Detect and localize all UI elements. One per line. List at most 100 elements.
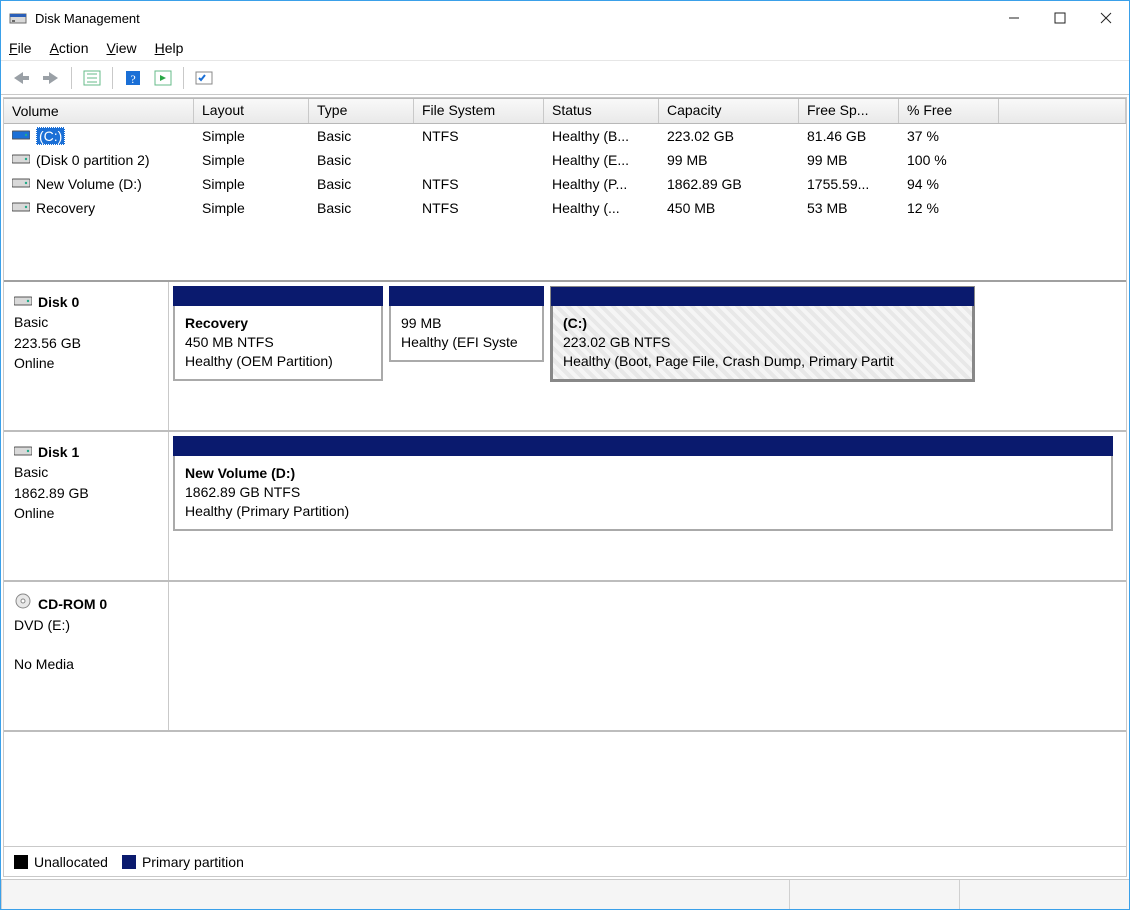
disk-label[interactable]: Disk 1 Basic 1862.89 GB Online [4, 432, 169, 580]
cell-filesystem [414, 159, 544, 161]
disk-management-window: Disk Management File Action View Help ? … [0, 0, 1130, 910]
partition-header [550, 286, 975, 306]
app-icon [9, 9, 27, 27]
partition-body: 99 MB Healthy (EFI Syste [389, 306, 544, 362]
disk-label[interactable]: CD-ROM 0 DVD (E:) No Media [4, 582, 169, 730]
cell-filesystem: NTFS [414, 199, 544, 217]
svg-text:?: ? [130, 72, 135, 86]
volume-list[interactable]: Volume Layout Type File System Status Ca… [4, 98, 1126, 282]
statusbar [1, 879, 1129, 909]
settings-button[interactable] [192, 66, 216, 90]
volume-name: New Volume (D:) [36, 176, 142, 192]
toolbar-separator [71, 67, 72, 89]
col-header-volume[interactable]: Volume [4, 99, 194, 123]
cell-layout: Simple [194, 127, 309, 145]
disk-size: 1862.89 GB [14, 483, 158, 503]
window-title: Disk Management [35, 11, 140, 26]
col-header-type[interactable]: Type [309, 99, 414, 123]
partition-status: Healthy (OEM Partition) [185, 353, 333, 369]
cell-layout: Simple [194, 199, 309, 217]
disk-pane: Disk 0 Basic 223.56 GB Online Recovery 4… [4, 282, 1126, 432]
forward-button[interactable] [39, 66, 63, 90]
disk-graphic-view: Disk 0 Basic 223.56 GB Online Recovery 4… [4, 282, 1126, 846]
menu-help[interactable]: Help [155, 40, 184, 56]
back-button[interactable] [9, 66, 33, 90]
partition-size: 223.02 GB NTFS [563, 334, 670, 350]
disk-size: 223.56 GB [14, 333, 158, 353]
close-button[interactable] [1083, 1, 1129, 35]
titlebar: Disk Management [1, 1, 1129, 35]
volume-list-header[interactable]: Volume Layout Type File System Status Ca… [4, 98, 1126, 124]
partition-body: (C:) 223.02 GB NTFS Healthy (Boot, Page … [550, 306, 975, 382]
cell-layout: Simple [194, 151, 309, 169]
partition-status: Healthy (EFI Syste [401, 334, 518, 350]
disk-label[interactable]: Disk 0 Basic 223.56 GB Online [4, 282, 169, 430]
drive-icon [12, 128, 30, 144]
volume-row[interactable]: (Disk 0 partition 2) Simple Basic Health… [4, 148, 1126, 172]
col-header-freespace[interactable]: Free Sp... [799, 99, 899, 123]
cell-type: Basic [309, 199, 414, 217]
partition-header [389, 286, 544, 306]
cell-type: Basic [309, 151, 414, 169]
col-header-status[interactable]: Status [544, 99, 659, 123]
volume-row[interactable]: Recovery Simple Basic NTFS Healthy (... … [4, 196, 1126, 220]
partition[interactable]: Recovery 450 MB NTFS Healthy (OEM Partit… [173, 286, 383, 426]
show-hide-console-tree-button[interactable] [80, 66, 104, 90]
drive-icon [14, 292, 32, 312]
partition-size: 99 MB [401, 315, 441, 331]
help-button[interactable]: ? [121, 66, 145, 90]
cell-filesystem: NTFS [414, 127, 544, 145]
volume-row[interactable]: (C:) Simple Basic NTFS Healthy (B... 223… [4, 124, 1126, 148]
partition-size: 450 MB NTFS [185, 334, 274, 350]
cell-capacity: 223.02 GB [659, 127, 799, 145]
cell-status: Healthy (E... [544, 151, 659, 169]
status-cell [789, 880, 959, 909]
drive-icon [14, 442, 32, 462]
disk-name: Disk 1 [38, 442, 79, 462]
partition-title: New Volume (D:) [185, 465, 295, 481]
col-header-pctfree[interactable]: % Free [899, 99, 999, 123]
col-header-filesystem[interactable]: File System [414, 99, 544, 123]
partition-body: New Volume (D:) 1862.89 GB NTFS Healthy … [173, 456, 1113, 531]
menubar: File Action View Help [1, 35, 1129, 61]
cell-status: Healthy (B... [544, 127, 659, 145]
cell-status: Healthy (... [544, 199, 659, 217]
cell-freespace: 53 MB [799, 199, 899, 217]
cell-pctfree: 100 % [899, 151, 999, 169]
toolbar: ? [1, 61, 1129, 95]
col-header-extra[interactable] [999, 99, 1126, 123]
disk-pane: Disk 1 Basic 1862.89 GB Online New Volum… [4, 432, 1126, 582]
legend-unallocated-label: Unallocated [34, 854, 108, 870]
cell-capacity: 450 MB [659, 199, 799, 217]
menu-view[interactable]: View [107, 40, 137, 56]
refresh-button[interactable] [151, 66, 175, 90]
cell-volume: New Volume (D:) [4, 175, 194, 193]
menu-action[interactable]: Action [50, 40, 89, 56]
maximize-button[interactable] [1037, 1, 1083, 35]
partition[interactable]: (C:) 223.02 GB NTFS Healthy (Boot, Page … [550, 286, 975, 426]
volume-name: (C:) [36, 127, 65, 145]
cell-status: Healthy (P... [544, 175, 659, 193]
cell-capacity: 99 MB [659, 151, 799, 169]
cell-volume: (C:) [4, 126, 194, 146]
menu-file[interactable]: File [9, 40, 32, 56]
partition-status: Healthy (Primary Partition) [185, 503, 349, 519]
cell-freespace: 99 MB [799, 151, 899, 169]
col-header-capacity[interactable]: Capacity [659, 99, 799, 123]
partition[interactable]: 99 MB Healthy (EFI Syste [389, 286, 544, 426]
volume-row[interactable]: New Volume (D:) Simple Basic NTFS Health… [4, 172, 1126, 196]
minimize-button[interactable] [991, 1, 1037, 35]
cell-filesystem: NTFS [414, 175, 544, 193]
cell-freespace: 81.46 GB [799, 127, 899, 145]
partition[interactable]: New Volume (D:) 1862.89 GB NTFS Healthy … [173, 436, 1113, 576]
disk-bus: Basic [14, 312, 158, 332]
col-header-layout[interactable]: Layout [194, 99, 309, 123]
disk-name: CD-ROM 0 [38, 594, 107, 614]
status-cell [959, 880, 1129, 909]
disk-partitions: New Volume (D:) 1862.89 GB NTFS Healthy … [169, 432, 1126, 580]
cell-layout: Simple [194, 175, 309, 193]
disk-state: Online [14, 503, 158, 523]
cell-pctfree: 12 % [899, 199, 999, 217]
legend-unallocated: Unallocated [14, 854, 108, 870]
swatch-unallocated-icon [14, 855, 28, 869]
